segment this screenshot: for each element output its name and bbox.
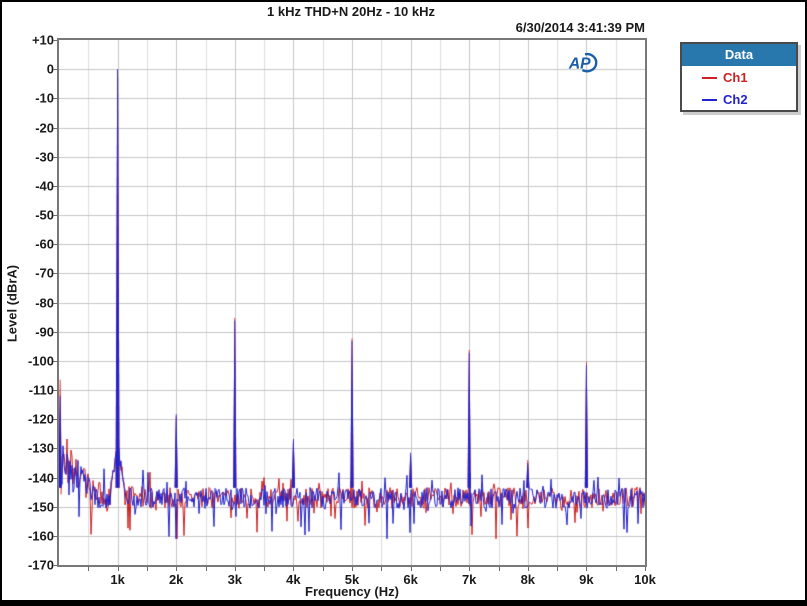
y-tick-label: -100 xyxy=(27,353,54,369)
x-tick-mark xyxy=(557,567,558,571)
y-tick-mark xyxy=(53,565,57,566)
legend: Data Ch1 Ch2 xyxy=(680,42,798,112)
y-tick-label: -170 xyxy=(27,557,54,573)
legend-item-label: Ch2 xyxy=(723,92,748,107)
x-tick-mark xyxy=(293,567,294,571)
x-tick-mark xyxy=(528,567,529,571)
x-tick-mark xyxy=(381,567,382,571)
x-tick-mark xyxy=(645,567,646,571)
y-tick-mark xyxy=(53,332,57,333)
legend-line-swatch xyxy=(702,98,717,101)
y-tick-mark xyxy=(53,448,57,449)
plot-canvas[interactable] xyxy=(59,40,645,565)
y-tick-mark xyxy=(53,536,57,537)
legend-line-swatch xyxy=(702,76,717,79)
ap-logo-icon: AP xyxy=(568,52,598,73)
x-tick-mark xyxy=(235,567,236,571)
y-tick-label: -70 xyxy=(35,265,54,281)
x-tick-mark xyxy=(118,567,119,571)
x-tick-mark xyxy=(176,567,177,571)
x-tick-mark xyxy=(616,567,617,571)
y-tick-label: -110 xyxy=(28,382,54,398)
x-axis-title: Frequency (Hz) xyxy=(305,584,399,599)
x-tick-mark xyxy=(440,567,441,571)
y-tick-label: -20 xyxy=(35,120,54,135)
x-tick-mark xyxy=(206,567,207,571)
y-tick-label: -40 xyxy=(35,178,54,194)
ap-logo-text: AP xyxy=(568,55,591,72)
y-tick-label: -80 xyxy=(35,295,54,310)
y-tick-label: 0 xyxy=(46,61,54,77)
y-tick-mark xyxy=(53,244,57,245)
y-tick-mark xyxy=(53,419,57,420)
legend-item-label: Ch1 xyxy=(723,70,748,85)
chart-title: 1 kHz THD+N 20Hz - 10 kHz xyxy=(267,4,435,19)
x-tick-mark xyxy=(264,567,265,571)
y-tick-mark xyxy=(53,507,57,508)
legend-body: Ch1 Ch2 xyxy=(682,66,796,110)
y-tick-mark xyxy=(53,128,57,129)
y-tick-mark xyxy=(53,215,57,216)
legend-item-ch1[interactable]: Ch1 xyxy=(682,66,796,88)
legend-header: Data xyxy=(682,44,796,66)
y-tick-mark xyxy=(53,157,57,158)
y-tick-label: -30 xyxy=(35,149,54,165)
legend-item-ch2[interactable]: Ch2 xyxy=(682,88,796,110)
x-tick-mark xyxy=(323,567,324,571)
y-tick-mark xyxy=(53,390,57,391)
y-tick-mark xyxy=(53,40,57,41)
y-tick-mark xyxy=(53,69,57,70)
x-tick-mark xyxy=(411,567,412,571)
y-tick-mark xyxy=(53,478,57,479)
plot-area[interactable]: AP xyxy=(57,38,647,567)
y-tick-label: -140 xyxy=(27,470,54,485)
x-tick-mark xyxy=(88,567,89,571)
y-tick-label: -130 xyxy=(27,440,54,456)
y-tick-label: -10 xyxy=(35,90,54,106)
y-tick-label: -150 xyxy=(27,499,54,515)
y-tick-mark xyxy=(53,98,57,99)
x-tick-mark xyxy=(147,567,148,571)
y-tick-label: +10 xyxy=(31,32,54,48)
y-tick-label: -120 xyxy=(27,411,54,427)
y-tick-label: -60 xyxy=(35,236,54,252)
y-tick-label: -50 xyxy=(35,207,54,223)
y-tick-mark xyxy=(53,303,57,304)
y-tick-label: -90 xyxy=(35,324,54,340)
x-tick-mark xyxy=(352,567,353,571)
x-tick-mark xyxy=(499,567,500,571)
x-tick-mark xyxy=(469,567,470,571)
timestamp: 6/30/2014 3:41:39 PM xyxy=(515,20,645,35)
y-tick-label: -160 xyxy=(27,528,54,544)
y-tick-mark xyxy=(53,273,57,274)
x-tick-mark xyxy=(586,567,587,571)
y-tick-mark xyxy=(53,361,57,362)
graph-panel: 1 kHz THD+N 20Hz - 10 kHz 6/30/2014 3:41… xyxy=(0,0,807,606)
y-tick-mark xyxy=(53,186,57,187)
